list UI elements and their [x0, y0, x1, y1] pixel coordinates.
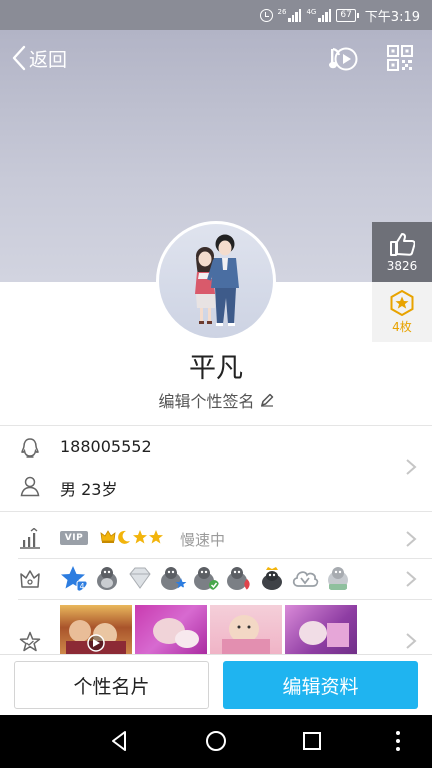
qq-number: 188005552: [60, 437, 152, 456]
photo-children[interactable]: [60, 605, 132, 655]
penguin-crown-medal-icon: [262, 567, 282, 590]
penguin-label-medal-icon: [328, 567, 348, 590]
back-triangle-icon[interactable]: [108, 729, 132, 753]
signal-4g-icon: 4G: [306, 8, 332, 22]
photo-baby-pink[interactable]: [285, 605, 357, 655]
like-button[interactable]: 3826: [372, 222, 432, 282]
chevron-left-icon: [12, 45, 26, 71]
photo-baby-purple[interactable]: [135, 605, 207, 655]
medal-list: 4: [60, 563, 357, 593]
qq-star-medal-icon: 4: [61, 566, 88, 592]
pencil-icon: [260, 393, 273, 407]
diamond-medal-icon: [129, 567, 151, 589]
alarm-icon: [259, 8, 273, 22]
qr-code-icon: [387, 45, 413, 71]
star-icon: [133, 530, 147, 544]
svg-text:4: 4: [79, 582, 84, 591]
status-bar: 26 4G 67 下午3:19: [0, 0, 432, 30]
avatar-illustration: [195, 234, 239, 326]
action-bar: 个性名片 编辑资料: [0, 654, 432, 715]
avatar[interactable]: [156, 221, 276, 341]
more-dots-icon[interactable]: [386, 729, 410, 753]
photo-strip: [60, 605, 360, 655]
medal-count: 4枚: [392, 319, 412, 334]
penguin-flame-medal-icon: [227, 567, 250, 590]
star-album-icon: [19, 631, 41, 652]
thumbs-up-icon: [390, 232, 415, 256]
vip-status: 慢速中: [180, 531, 226, 549]
chevron-right-icon: [406, 531, 417, 547]
back-button[interactable]: 返回: [12, 42, 67, 74]
battery-indicator: 67: [336, 8, 360, 22]
penguin-medal-icon: [97, 567, 117, 590]
penguin-check-medal-icon: [194, 567, 219, 590]
penguin-icon: [21, 438, 39, 458]
divider: [0, 425, 432, 426]
gender-age: 男 23岁: [60, 480, 118, 499]
edit-profile-button[interactable]: 编辑资料: [223, 661, 418, 709]
signature-placeholder: 编辑个性签名: [158, 392, 255, 411]
home-circle-icon[interactable]: [204, 729, 228, 753]
penguin-star-medal-icon: [161, 567, 187, 590]
medal-wall-button[interactable]: 4枚: [372, 282, 432, 342]
crown-gift-icon: [20, 570, 40, 588]
star-icon: [149, 530, 163, 544]
chevron-right-icon: [406, 571, 417, 587]
system-nav-bar: [0, 715, 432, 768]
chevron-right-icon: [406, 633, 417, 649]
signature-edit[interactable]: 编辑个性签名: [0, 388, 432, 412]
vip-tag: VIP: [60, 531, 88, 545]
person-icon: [20, 476, 40, 497]
profile-card-button[interactable]: 个性名片: [14, 661, 209, 709]
like-count: 3826: [386, 258, 418, 273]
level-icons: [100, 529, 164, 545]
photo-baby-crib[interactable]: [210, 605, 282, 655]
back-label: 返回: [29, 48, 68, 71]
music-note-play-icon: [329, 47, 358, 71]
nickname: 平凡: [189, 353, 243, 384]
signal-icon: 26: [278, 8, 302, 22]
moon-icon: [118, 530, 130, 544]
music-play-button[interactable]: [328, 44, 358, 74]
divider: [0, 511, 432, 512]
level-bars-icon: [20, 528, 40, 549]
chevron-right-icon: [406, 459, 417, 475]
profile-screen: 26 4G 67 下午3:19 返回 3826 4枚 平凡 编辑个性签名 188…: [0, 0, 432, 768]
recents-square-icon[interactable]: [300, 729, 324, 753]
cloud-medal-icon: [292, 571, 319, 587]
clock: 下午3:19: [364, 9, 420, 25]
basic-info-row[interactable]: 188005552 男 23岁: [0, 430, 432, 510]
qr-code-button[interactable]: [387, 45, 413, 71]
star-medal-icon: [390, 289, 414, 316]
crown-icon: [100, 530, 116, 543]
